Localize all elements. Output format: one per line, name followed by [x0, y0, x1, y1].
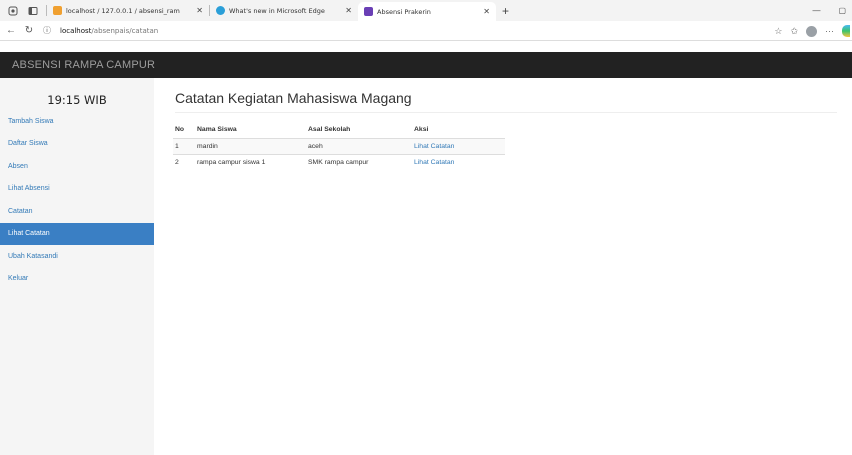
- sidebar-item-keluar[interactable]: Keluar: [0, 268, 154, 291]
- title-divider: [175, 112, 837, 113]
- table-row: 2 rampa campur siswa 1 SMK rampa campur …: [173, 153, 505, 170]
- more-options-icon[interactable]: ···: [825, 26, 834, 36]
- tab-title: localhost / 127.0.0.1 / absensi_ram: [66, 6, 180, 15]
- workspaces-icon[interactable]: [6, 4, 20, 18]
- copilot-icon[interactable]: [842, 25, 850, 37]
- col-header-asal-sekolah: Asal Sekolah: [308, 121, 414, 139]
- address-bar-row: ← ↻ ⓘ localhost/absenpais/catatan ☆ ✩ ··…: [0, 21, 852, 41]
- bootstrap-favicon-icon: [364, 7, 373, 16]
- cell-asal-sekolah: aceh: [308, 137, 414, 154]
- sidebar-item-ubah-katasandi[interactable]: Ubah Katasandi: [0, 245, 154, 268]
- col-header-no: No: [173, 121, 197, 139]
- tab-edge-whats-new[interactable]: What's new in Microsoft Edge ✕: [210, 2, 358, 19]
- col-header-aksi: Aksi: [414, 121, 505, 139]
- close-tab-icon[interactable]: ✕: [479, 7, 490, 16]
- sidebar-item-lihat-catatan[interactable]: Lihat Catatan: [0, 222, 154, 245]
- tab-phpmyadmin[interactable]: localhost / 127.0.0.1 / absensi_ram ✕: [47, 2, 209, 19]
- col-header-nama-siswa: Nama Siswa: [197, 121, 308, 139]
- lihat-catatan-link[interactable]: Lihat Catatan: [414, 143, 454, 150]
- url-host: localhost: [60, 26, 92, 35]
- sidebar-item-tambah-siswa[interactable]: Tambah Siswa: [0, 110, 154, 133]
- catatan-table: No Nama Siswa Asal Sekolah Aksi 1 mardin…: [173, 121, 505, 170]
- phpmyadmin-favicon-icon: [53, 6, 62, 15]
- tab-absensi-prakerin[interactable]: Absensi Prakerin ✕: [358, 2, 496, 21]
- table-row: 1 mardin aceh Lihat Catatan: [173, 137, 505, 154]
- cell-aksi: Lihat Catatan: [414, 153, 505, 170]
- favorite-star-icon[interactable]: ☆: [774, 26, 782, 37]
- sidebar-item-lihat-absensi[interactable]: Lihat Absensi: [0, 178, 154, 201]
- lihat-catatan-link[interactable]: Lihat Catatan: [414, 159, 454, 166]
- sidebar-item-absen[interactable]: Absen: [0, 155, 154, 178]
- main-content: Catatan Kegiatan Mahasiswa Magang No Nam…: [173, 78, 852, 170]
- tab-title: What's new in Microsoft Edge: [229, 6, 325, 15]
- window-controls: — ▢: [812, 0, 852, 21]
- edge-favicon-icon: [216, 6, 225, 15]
- toolbar-right: ☆ ✩ ···: [774, 21, 850, 41]
- cell-no: 1: [173, 137, 197, 154]
- cell-aksi: Lihat Catatan: [414, 137, 505, 154]
- favorites-icon[interactable]: ✩: [790, 26, 798, 37]
- table-header-row: No Nama Siswa Asal Sekolah Aksi: [173, 121, 505, 139]
- address-bar[interactable]: localhost/absenpais/catatan: [60, 23, 158, 38]
- tab-actions-icon[interactable]: [26, 4, 40, 18]
- cell-no: 2: [173, 153, 197, 170]
- url-path: /absenpais/catatan: [91, 26, 159, 35]
- close-tab-icon[interactable]: ✕: [192, 6, 203, 15]
- close-tab-icon[interactable]: ✕: [341, 6, 352, 15]
- app-navbar: ABSENSI RAMPA CAMPUR: [0, 52, 852, 78]
- sidebar-menu: Tambah Siswa Daftar Siswa Absen Lihat Ab…: [0, 110, 154, 290]
- tab-title: Absensi Prakerin: [377, 7, 431, 16]
- refresh-icon[interactable]: ↻: [22, 24, 36, 38]
- cell-nama-siswa: mardin: [197, 137, 308, 154]
- sidebar: 19:15 WIB Tambah Siswa Daftar Siswa Abse…: [0, 78, 154, 455]
- page-title: Catatan Kegiatan Mahasiswa Magang: [175, 90, 412, 106]
- new-tab-icon[interactable]: +: [502, 4, 509, 18]
- info-icon[interactable]: ⓘ: [40, 24, 54, 38]
- cell-nama-siswa: rampa campur siswa 1: [197, 153, 308, 170]
- sidebar-item-daftar-siswa[interactable]: Daftar Siswa: [0, 133, 154, 156]
- sidebar-item-catatan[interactable]: Catatan: [0, 200, 154, 223]
- minimize-icon[interactable]: —: [812, 6, 820, 15]
- browser-tabstrip: localhost / 127.0.0.1 / absensi_ram ✕ Wh…: [0, 0, 852, 21]
- maximize-icon[interactable]: ▢: [838, 6, 846, 15]
- clock: 19:15 WIB: [47, 93, 107, 107]
- cell-asal-sekolah: SMK rampa campur: [308, 153, 414, 170]
- back-icon[interactable]: ←: [4, 24, 18, 38]
- brand-link[interactable]: ABSENSI RAMPA CAMPUR: [12, 59, 155, 71]
- profile-avatar-icon[interactable]: [806, 25, 817, 37]
